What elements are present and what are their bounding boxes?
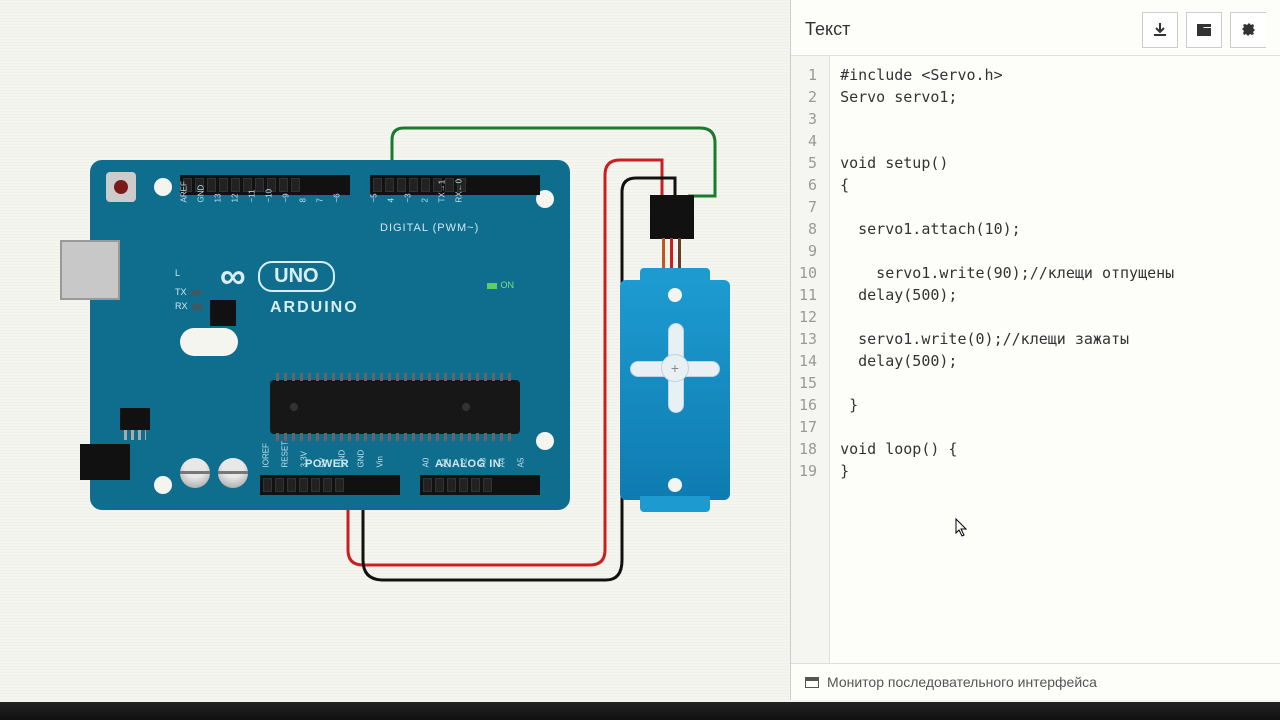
- pin-label: Vin: [376, 456, 385, 467]
- library-button[interactable]: [1186, 12, 1222, 48]
- pin-label: A2: [460, 458, 469, 468]
- voltage-regulator: [120, 408, 150, 430]
- pin-label: GND: [338, 450, 347, 468]
- pin-label: GND: [357, 450, 366, 468]
- serial-monitor-label: Монитор последовательного интерфейса: [827, 674, 1097, 690]
- pin-label: ~11: [248, 190, 257, 203]
- digital-section-label: DIGITAL (PWM~): [380, 222, 479, 234]
- pin-label: A1: [441, 458, 450, 468]
- pin-label: ~10: [265, 189, 274, 203]
- pin-label: 8: [299, 198, 308, 202]
- analog-header[interactable]: [420, 475, 540, 495]
- pin-label: ~5: [370, 193, 379, 202]
- atmega328p-chip: [270, 380, 520, 434]
- reset-button[interactable]: [106, 172, 136, 202]
- usb-port: [60, 240, 120, 300]
- download-button[interactable]: [1142, 12, 1178, 48]
- power-header[interactable]: [260, 475, 400, 495]
- power-jack: [80, 444, 130, 480]
- capacitor: [180, 458, 210, 488]
- code-panel-title: Текст: [805, 19, 850, 40]
- l-led-label: L: [175, 268, 180, 278]
- pin-label: A0: [422, 458, 431, 468]
- arduino-logo: ∞ UNO ARDUINO: [220, 255, 359, 317]
- mounting-hole: [154, 476, 172, 494]
- capacitor: [218, 458, 248, 488]
- line-gutter: 12345678910111213141516171819: [791, 56, 830, 663]
- code-panel: Текст 12345678910111213141516171819 #inc…: [790, 0, 1280, 700]
- pin-label: 5V: [319, 458, 328, 468]
- share-button[interactable]: [1230, 12, 1266, 48]
- arduino-uno-board[interactable]: DIGITAL (PWM~) POWER ANALOG IN L TX RX O…: [90, 160, 570, 510]
- atmega16u2-chip: [210, 300, 236, 326]
- pin-label: AREF: [180, 181, 189, 202]
- serial-monitor-icon: [805, 677, 819, 688]
- mounting-hole: [154, 178, 172, 196]
- tx-rx-labels: TX RX: [175, 285, 202, 313]
- mounting-hole: [536, 432, 554, 450]
- icsp-slot: [180, 328, 238, 356]
- pin-label: 2: [421, 198, 430, 202]
- pin-label: ~3: [404, 193, 413, 202]
- on-led: ON: [487, 280, 515, 290]
- pin-label: 7: [316, 198, 325, 202]
- pin-label: GND: [197, 185, 206, 203]
- code-editor[interactable]: 12345678910111213141516171819 #include <…: [791, 56, 1280, 663]
- pin-label: 3.3V: [300, 451, 309, 467]
- servo-horn[interactable]: [630, 323, 720, 413]
- folder-icon: [1196, 23, 1212, 37]
- pin-label: 4: [387, 198, 396, 202]
- code-panel-header: Текст: [791, 0, 1280, 56]
- pin-label: RX←0: [455, 179, 464, 203]
- pin-label: A5: [517, 458, 526, 468]
- pin-label: 12: [231, 194, 240, 203]
- pin-label: ~9: [282, 193, 291, 202]
- pin-label: IOREF: [262, 443, 271, 467]
- download-icon: [1152, 22, 1168, 38]
- servo-mount-hole: [668, 288, 682, 302]
- settings-icon: [1241, 22, 1257, 38]
- micro-servo[interactable]: [620, 280, 730, 500]
- serial-monitor-link[interactable]: Монитор последовательного интерфейса: [791, 663, 1280, 700]
- pin-label: A4: [498, 458, 507, 468]
- pin-label: A3: [479, 458, 488, 468]
- circuit-canvas[interactable]: DIGITAL (PWM~) POWER ANALOG IN L TX RX O…: [0, 0, 790, 700]
- pin-label: TX→1: [438, 180, 447, 203]
- pin-label: RESET: [281, 441, 290, 468]
- pin-label: ~6: [333, 193, 342, 202]
- pin-label: 13: [214, 194, 223, 203]
- servo-connector[interactable]: [650, 195, 694, 239]
- os-taskbar[interactable]: [0, 702, 1280, 720]
- code-content[interactable]: #include <Servo.h> Servo servo1; void se…: [830, 56, 1184, 663]
- servo-mount-hole: [668, 478, 682, 492]
